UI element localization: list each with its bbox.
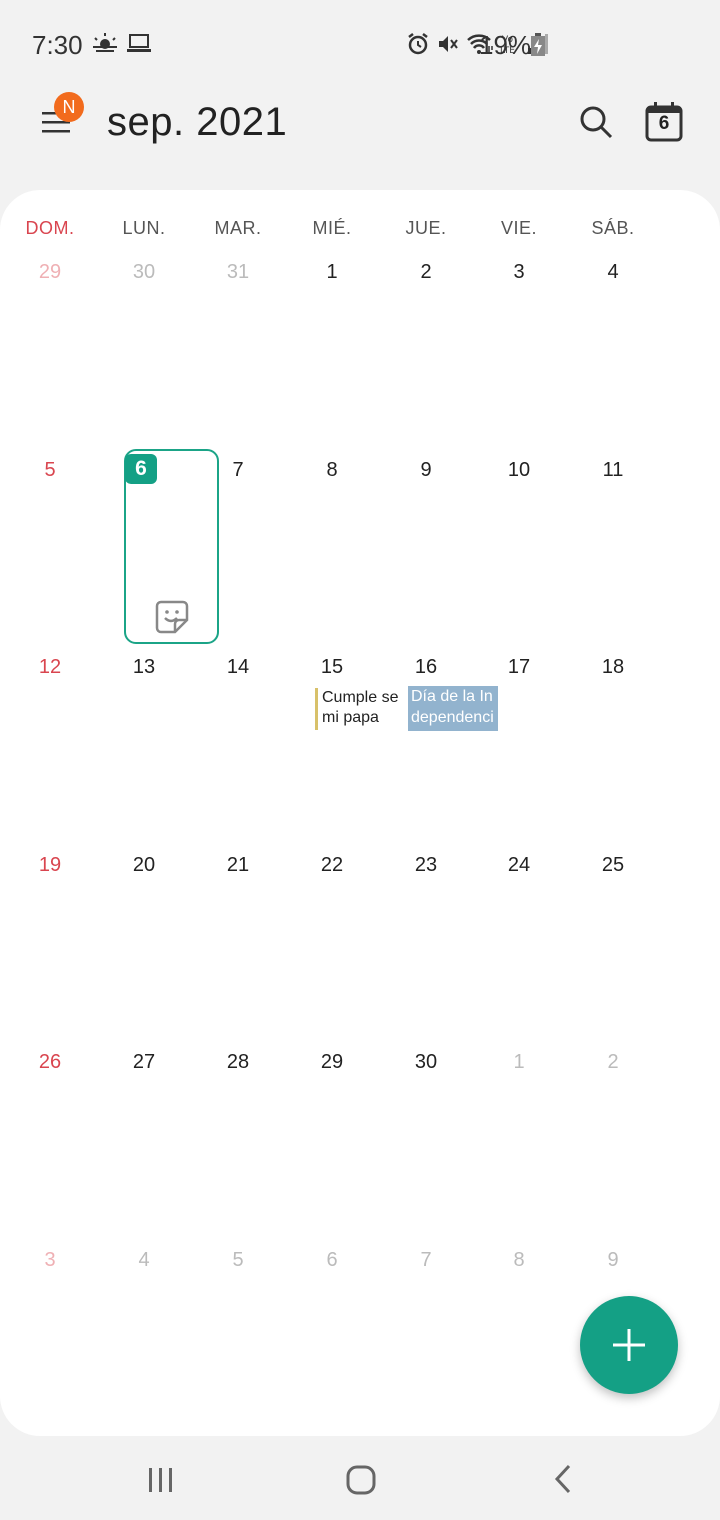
day-cell[interactable]: 7 bbox=[208, 459, 268, 482]
day-cell[interactable]: 30 bbox=[114, 261, 174, 284]
day-cell[interactable]: 8 bbox=[302, 459, 362, 482]
today-date[interactable]: 6 bbox=[125, 454, 157, 484]
weekday-label: VIE. bbox=[500, 218, 537, 238]
day-cell[interactable]: 3 bbox=[20, 1249, 80, 1272]
day-cell[interactable]: 24 bbox=[489, 854, 549, 877]
month-title[interactable]: sep. 2021 bbox=[107, 100, 287, 145]
day-cell[interactable]: 9 bbox=[396, 459, 456, 482]
day-cell[interactable]: 4 bbox=[114, 1249, 174, 1272]
day-cell[interactable]: 6 bbox=[302, 1249, 362, 1272]
day-cell[interactable]: 26 bbox=[20, 1051, 80, 1074]
weekday-header: DOM. LUN. MAR. MIÉ. JUE. VIE. SÁB. bbox=[0, 218, 720, 242]
day-cell[interactable]: 30 bbox=[396, 1051, 456, 1074]
back-icon[interactable] bbox=[552, 1464, 574, 1494]
recent-apps-icon[interactable] bbox=[146, 1466, 176, 1494]
day-cell[interactable]: 2 bbox=[396, 261, 456, 284]
weekday-label: MIÉ. bbox=[312, 218, 352, 238]
day-cell[interactable]: 28 bbox=[208, 1051, 268, 1074]
notification-badge: N bbox=[54, 92, 84, 122]
day-cell[interactable]: 25 bbox=[583, 854, 643, 877]
weather-icon bbox=[93, 33, 117, 52]
event-birthday[interactable]: Cumple se mi papa bbox=[315, 688, 399, 730]
day-cell[interactable]: 9 bbox=[583, 1249, 643, 1272]
day-cell[interactable]: 27 bbox=[114, 1051, 174, 1074]
day-cell[interactable]: 23 bbox=[396, 854, 456, 877]
home-icon[interactable] bbox=[346, 1465, 376, 1495]
day-cell[interactable]: 13 bbox=[114, 656, 174, 679]
plus-icon bbox=[613, 1329, 645, 1361]
day-cell[interactable]: 14 bbox=[208, 656, 268, 679]
day-cell[interactable]: 8 bbox=[489, 1249, 549, 1272]
alarm-icon bbox=[408, 33, 428, 55]
weekday-label: JUE. bbox=[405, 218, 447, 238]
today-number: 6 bbox=[658, 113, 670, 134]
day-cell[interactable]: 10 bbox=[489, 459, 549, 482]
day-cell[interactable]: 17 bbox=[489, 656, 549, 679]
day-cell[interactable]: 29 bbox=[20, 261, 80, 284]
day-cell[interactable]: 1 bbox=[302, 261, 362, 284]
day-cell[interactable]: 11 bbox=[583, 459, 643, 482]
day-cell[interactable]: 21 bbox=[208, 854, 268, 877]
day-cell[interactable]: 1 bbox=[489, 1051, 549, 1074]
day-cell[interactable]: 15 bbox=[302, 656, 362, 679]
status-bar: 7:30 Vo LTE 19% bbox=[0, 0, 720, 90]
weekday-label: LUN. bbox=[122, 218, 166, 238]
day-cell[interactable]: 19 bbox=[20, 854, 80, 877]
search-icon[interactable] bbox=[578, 104, 614, 140]
day-cell[interactable]: 2 bbox=[583, 1051, 643, 1074]
today-button[interactable]: 6 bbox=[644, 101, 684, 143]
laptop-icon bbox=[127, 34, 151, 52]
day-cell[interactable]: 5 bbox=[208, 1249, 268, 1272]
day-cell[interactable]: 20 bbox=[114, 854, 174, 877]
day-cell[interactable]: 12 bbox=[20, 656, 80, 679]
weekday-label: SÁB. bbox=[591, 218, 635, 238]
status-time: 7:30 bbox=[32, 30, 83, 60]
weekday-label: MAR. bbox=[214, 218, 262, 238]
add-event-button[interactable] bbox=[580, 1296, 678, 1394]
sticker-icon[interactable] bbox=[155, 600, 189, 634]
day-cell[interactable]: 22 bbox=[302, 854, 362, 877]
mute-icon bbox=[439, 36, 458, 52]
day-cell[interactable]: 7 bbox=[396, 1249, 456, 1272]
day-cell[interactable]: 5 bbox=[20, 459, 80, 482]
battery-charging-icon bbox=[531, 33, 545, 56]
event-holiday[interactable]: Día de la Independencia bbox=[408, 686, 498, 731]
day-cell[interactable]: 16 bbox=[396, 656, 456, 679]
day-cell[interactable]: 4 bbox=[583, 261, 643, 284]
day-cell[interactable]: 18 bbox=[583, 656, 643, 679]
day-cell[interactable]: 29 bbox=[302, 1051, 362, 1074]
day-cell[interactable]: 3 bbox=[489, 261, 549, 284]
weekday-label: DOM. bbox=[25, 218, 75, 238]
battery-percent: 19% bbox=[479, 30, 532, 60]
day-cell[interactable]: 31 bbox=[208, 261, 268, 284]
